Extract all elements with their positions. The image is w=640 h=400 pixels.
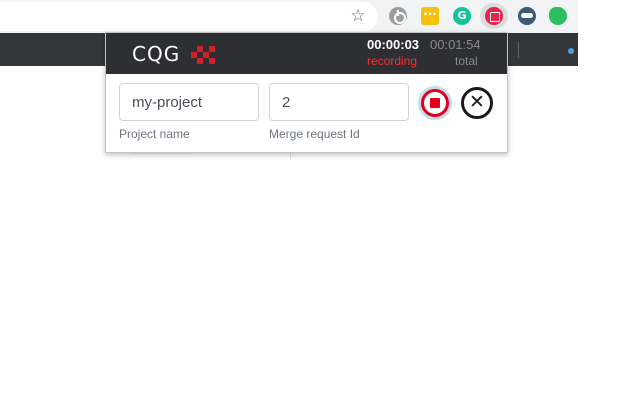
recording-label: recording — [367, 54, 418, 68]
recorder-popup: CQG 00:00:03 recording 00:01:54 total Pr… — [105, 32, 508, 153]
power-icon[interactable] — [389, 7, 407, 25]
merge-request-id-caption: Merge request Id — [269, 127, 360, 141]
star-icon[interactable]: ☆ — [349, 7, 367, 25]
close-button[interactable]: ✕ — [461, 87, 493, 119]
cqg-logo: CQG — [132, 42, 222, 66]
tab-indicator-icon — [568, 48, 574, 54]
stop-recording-button[interactable] — [418, 86, 452, 120]
evernote-icon[interactable] — [549, 7, 567, 25]
notes-icon[interactable] — [421, 7, 439, 25]
spy-icon[interactable] — [518, 7, 536, 25]
close-icon: ✕ — [469, 91, 485, 113]
logo-text: CQG — [132, 42, 181, 66]
tab-divider — [518, 42, 519, 58]
merge-request-id-input[interactable] — [269, 83, 409, 121]
grammarly-icon[interactable]: G — [453, 7, 471, 25]
stop-icon — [421, 89, 449, 117]
total-label: total — [455, 54, 478, 68]
stop-square-icon — [430, 98, 440, 108]
recording-time: 00:00:03 — [367, 37, 420, 52]
project-name-input[interactable] — [119, 83, 259, 121]
browser-toolbar: ☆ G — [0, 0, 578, 33]
popup-header: CQG 00:00:03 recording 00:01:54 total — [106, 33, 507, 74]
address-bar[interactable]: ☆ — [0, 2, 378, 31]
total-time: 00:01:54 — [430, 37, 481, 52]
project-name-caption: Project name — [119, 127, 190, 141]
logo-mark-icon — [191, 46, 217, 64]
record-icon[interactable] — [485, 7, 503, 25]
